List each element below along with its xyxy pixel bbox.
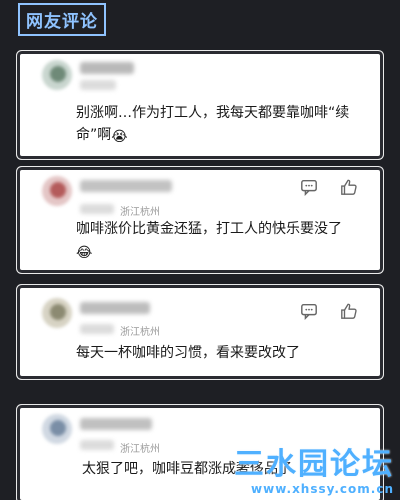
crying-face-icon: 😭: [111, 129, 128, 145]
comment-text: 别涨啊…作为打工人，我每天都要靠咖啡“续命”啊😭: [76, 105, 350, 145]
username-blurred: [80, 180, 172, 192]
watermark: 三水园论坛 www.xhssy.com.cn: [234, 447, 394, 497]
comment-card: 别涨啊…作为打工人，我每天都要靠咖啡“续命”啊😭: [20, 54, 380, 156]
thumbs-up-icon[interactable]: [340, 302, 358, 320]
location-label: 浙江杭州: [120, 444, 160, 455]
thumbs-up-icon[interactable]: [340, 178, 358, 196]
watermark-title: 三水园论坛: [234, 447, 394, 482]
comment-icon[interactable]: [300, 178, 318, 196]
comment-actions: [300, 302, 358, 320]
username-blurred: [80, 62, 134, 74]
watermark-url: www.xhssy.com.cn: [251, 482, 394, 496]
location-label: 浙江杭州: [120, 327, 160, 338]
comment-text: 每天一杯咖啡的习惯，看来要改改了: [76, 345, 300, 361]
comment-actions: [300, 178, 358, 196]
location-label: 浙江杭州: [120, 207, 160, 218]
avatar[interactable]: [42, 60, 72, 90]
avatar[interactable]: [42, 298, 72, 328]
avatar[interactable]: [42, 176, 72, 206]
username-blurred: [80, 418, 152, 430]
meta-blurred: [80, 324, 114, 334]
comment-icon[interactable]: [300, 302, 318, 320]
meta-blurred: [80, 440, 114, 450]
username-blurred: [80, 302, 150, 314]
comment-card: 浙江杭州 每天一杯咖啡的习惯，看来要改改了: [20, 288, 380, 376]
avatar[interactable]: [42, 414, 72, 444]
meta-blurred: [80, 80, 116, 90]
comment-card: 浙江杭州 咖啡涨价比黄金还猛，打工人的快乐要没了 😂: [20, 170, 380, 270]
section-title: 网友评论: [18, 2, 106, 36]
section-header: 网友评论: [18, 2, 106, 36]
laughing-face-icon: 😂: [76, 245, 93, 261]
comment-text: 咖啡涨价比黄金还猛，打工人的快乐要没了 😂: [76, 221, 342, 261]
meta-blurred: [80, 204, 114, 214]
